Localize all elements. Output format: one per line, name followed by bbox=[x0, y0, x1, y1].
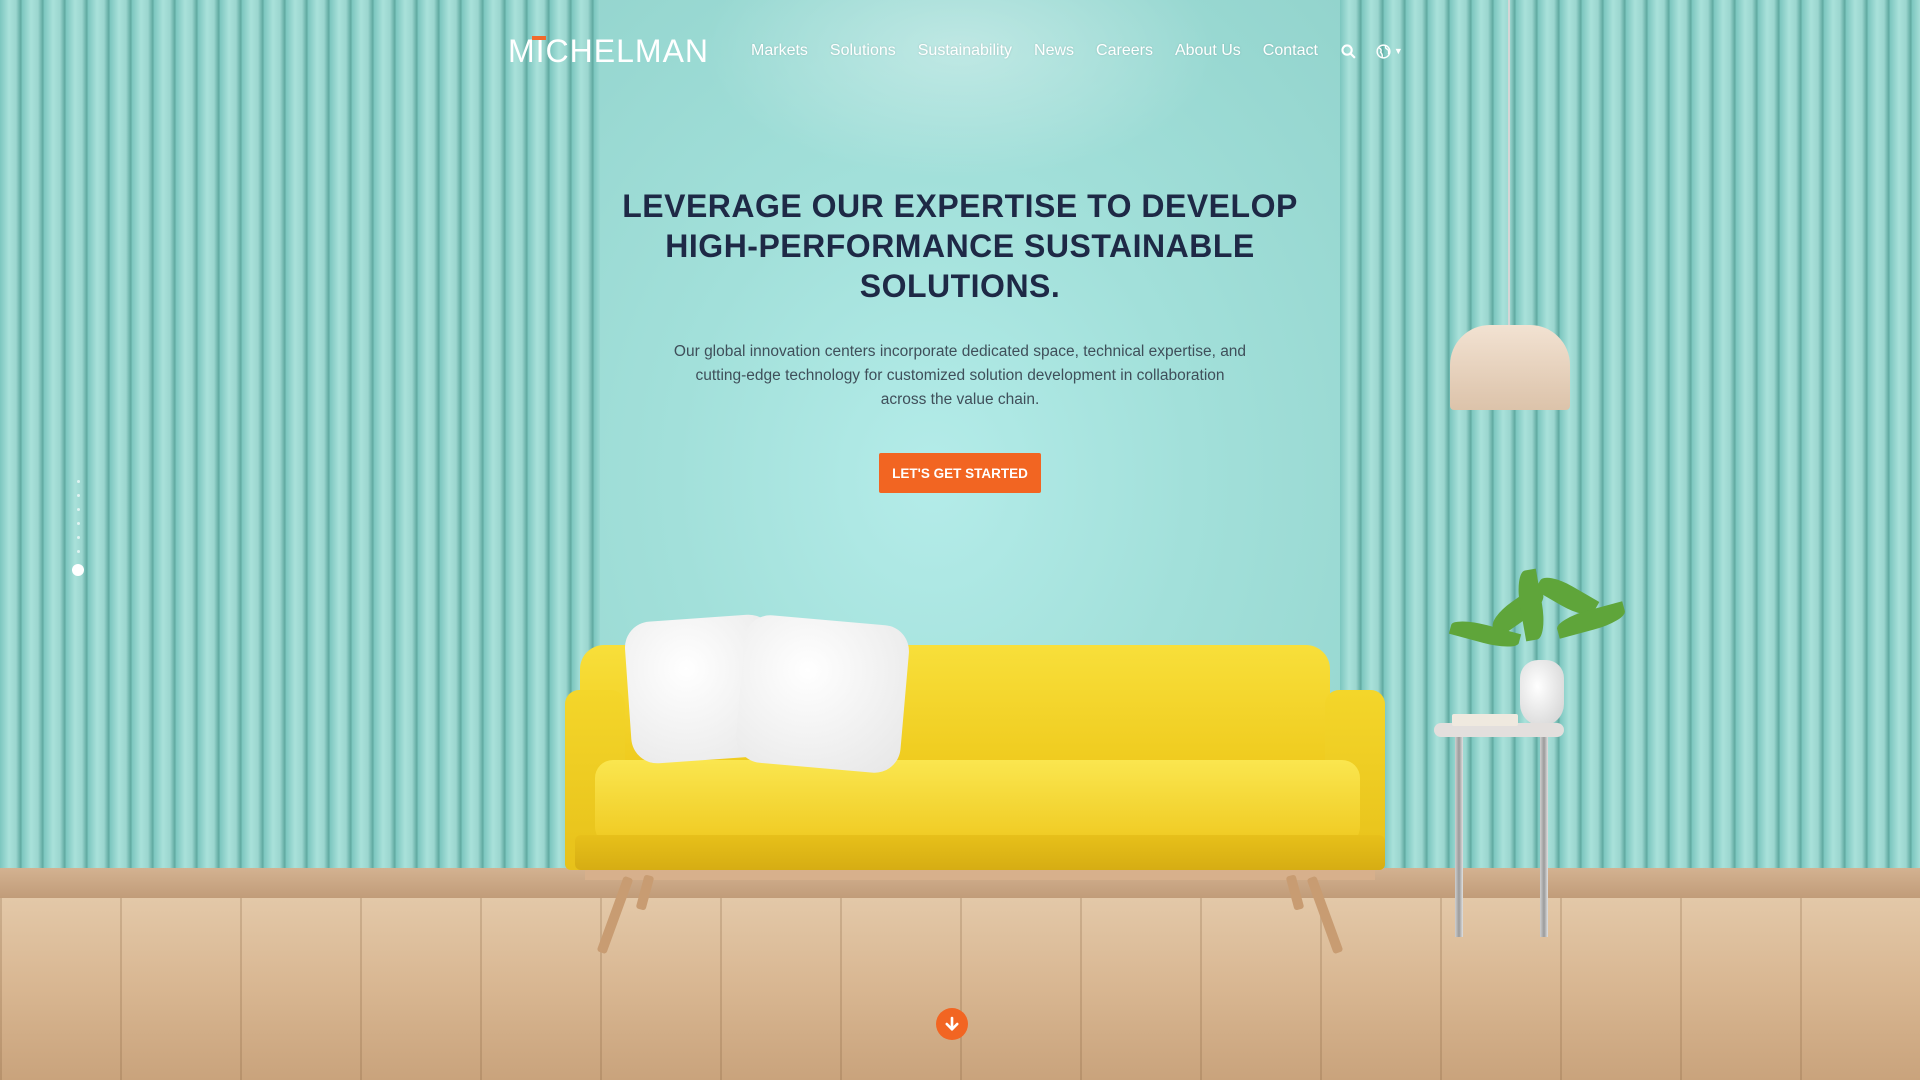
hero-title-line: LEVERAGE OUR EXPERTISE TO DEVELOP bbox=[622, 188, 1298, 224]
lets-get-started-button[interactable]: LET'S GET STARTED bbox=[879, 453, 1041, 493]
table-leg bbox=[1540, 737, 1548, 937]
search-icon[interactable] bbox=[1340, 43, 1357, 60]
slide-dot[interactable] bbox=[76, 522, 80, 525]
michelman-logo[interactable]: MICHELMAN bbox=[508, 33, 709, 70]
pendant-lamp bbox=[1450, 325, 1570, 410]
main-nav: Markets Solutions Sustainability News Ca… bbox=[751, 42, 1421, 60]
sofa-base bbox=[575, 835, 1385, 870]
chevron-down-icon: ▼ bbox=[1393, 46, 1403, 56]
globe-icon[interactable]: ▼ bbox=[1375, 43, 1403, 60]
site-header: MICHELMAN Markets Solutions Sustainabili… bbox=[508, 28, 1408, 74]
arrow-down-icon[interactable] bbox=[936, 1008, 968, 1040]
cushion-right bbox=[733, 613, 912, 775]
sofa-frame bbox=[585, 870, 1375, 880]
slide-dot-active[interactable] bbox=[72, 564, 84, 576]
lamp-cord bbox=[1508, 0, 1510, 330]
slide-indicator bbox=[72, 480, 84, 576]
hero-title-line: SOLUTIONS. bbox=[859, 268, 1061, 304]
ceiling-light bbox=[700, 0, 1220, 180]
hero-description-line: cutting-edge technology for customized s… bbox=[695, 367, 1225, 384]
nav-contact[interactable]: Contact bbox=[1263, 42, 1318, 60]
nav-markets[interactable]: Markets bbox=[751, 42, 808, 60]
slide-dot[interactable] bbox=[76, 536, 80, 539]
slide-dot[interactable] bbox=[76, 550, 80, 553]
nav-careers[interactable]: Careers bbox=[1096, 42, 1153, 60]
logo-accent-mark bbox=[532, 35, 546, 40]
sofa-seat bbox=[595, 760, 1360, 845]
wall-slats-left bbox=[0, 0, 600, 870]
books bbox=[1452, 714, 1518, 726]
nav-solutions[interactable]: Solutions bbox=[830, 42, 896, 60]
slide-dot[interactable] bbox=[76, 480, 80, 483]
hero-description-line: Our global innovation centers incorporat… bbox=[673, 343, 1247, 360]
hero-section: MICHELMAN Markets Solutions Sustainabili… bbox=[0, 0, 1920, 1080]
nav-news[interactable]: News bbox=[1034, 42, 1074, 60]
slide-dot[interactable] bbox=[76, 508, 80, 511]
slide-dot[interactable] bbox=[76, 494, 80, 497]
hero-title: LEVERAGE OUR EXPERTISE TO DEVELOP HIGH-P… bbox=[560, 186, 1360, 306]
wall-slats-right bbox=[1340, 0, 1920, 870]
table-leg bbox=[1455, 737, 1463, 937]
nav-about-us[interactable]: About Us bbox=[1175, 42, 1241, 60]
hero-description: Our global innovation centers incorporat… bbox=[625, 340, 1295, 412]
hero-description-line: across the value chain. bbox=[880, 391, 1040, 408]
wood-floor bbox=[0, 898, 1920, 1080]
nav-sustainability[interactable]: Sustainability bbox=[918, 42, 1012, 60]
plant-vase bbox=[1520, 660, 1564, 726]
hero-title-line: HIGH-PERFORMANCE SUSTAINABLE bbox=[665, 228, 1255, 264]
